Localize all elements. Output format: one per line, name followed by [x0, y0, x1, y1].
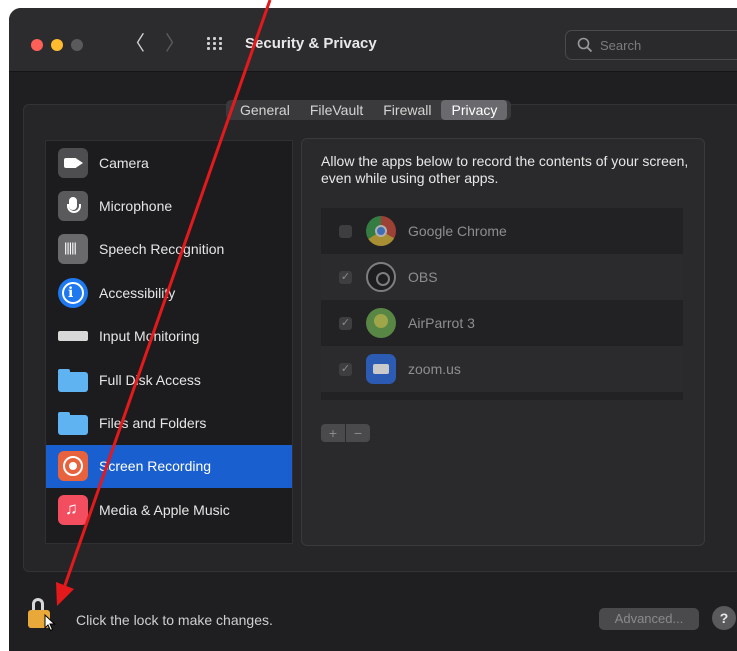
sidebar-item-label: Camera — [99, 154, 149, 171]
sidebar-item-media-apple-music[interactable]: Media & Apple Music — [46, 488, 292, 531]
search-field[interactable]: Search — [565, 30, 737, 60]
lock-message: Click the lock to make changes. — [76, 612, 273, 628]
app-checkbox[interactable]: ✓ — [339, 316, 352, 330]
sidebar-item-files-and-folders[interactable]: Files and Folders — [46, 401, 292, 444]
sidebar-item-camera[interactable]: Camera — [46, 141, 292, 184]
app-row-obs[interactable]: ✓ OBS — [321, 254, 683, 300]
help-button[interactable]: ? — [712, 606, 736, 630]
obs-icon — [366, 262, 396, 292]
music-icon — [58, 494, 88, 525]
app-name: zoom.us — [408, 361, 461, 377]
add-app-button[interactable]: + — [321, 424, 345, 442]
back-button[interactable]: 〈 — [125, 32, 145, 56]
privacy-category-list[interactable]: Camera Microphone Speech Recognition Acc… — [45, 140, 293, 544]
zoom-button[interactable] — [71, 39, 83, 51]
sidebar-item-screen-recording[interactable]: Screen Recording — [46, 444, 292, 489]
app-checkbox[interactable]: ✓ — [339, 270, 352, 284]
title-bar: 〈 〉 Security & Privacy Search — [9, 8, 737, 72]
zoom-icon — [366, 354, 396, 384]
tab-privacy[interactable]: Privacy — [441, 100, 508, 120]
forward-button[interactable]: 〉 — [165, 32, 185, 56]
sidebar-item-microphone[interactable]: Microphone — [46, 184, 292, 227]
search-placeholder: Search — [600, 38, 642, 53]
tab-firewall[interactable]: Firewall — [373, 100, 441, 120]
app-list[interactable]: Google Chrome ✓ OBS ✓ AirParrot 3 ✓ zoom… — [321, 208, 683, 400]
microphone-icon — [58, 191, 88, 222]
tab-general[interactable]: General — [230, 100, 300, 120]
tab-filevault[interactable]: FileVault — [300, 100, 373, 120]
sidebar-item-accessibility[interactable]: Accessibility — [46, 271, 292, 314]
screen-recording-icon — [58, 451, 88, 482]
speech-recognition-icon — [58, 234, 88, 265]
app-row-zoom[interactable]: ✓ zoom.us — [321, 346, 683, 392]
app-name: AirParrot 3 — [408, 315, 475, 331]
airparrot-icon — [366, 308, 396, 338]
sidebar-item-label: Speech Recognition — [99, 241, 225, 258]
keyboard-icon — [58, 321, 88, 351]
app-row-airparrot[interactable]: ✓ AirParrot 3 — [321, 300, 683, 346]
sidebar-item-label: Files and Folders — [99, 415, 207, 432]
sidebar-item-label: Accessibility — [99, 284, 176, 301]
camera-icon — [58, 147, 88, 178]
app-name: Google Chrome — [408, 223, 507, 239]
sidebar-item-label: Media & Apple Music — [99, 501, 230, 518]
remove-app-button[interactable]: − — [346, 424, 370, 442]
show-all-grid-icon[interactable] — [207, 37, 225, 51]
sidebar-item-speech-recognition[interactable]: Speech Recognition — [46, 228, 292, 271]
app-row-chrome[interactable]: Google Chrome — [321, 208, 683, 254]
add-remove-controls: + − — [321, 424, 371, 442]
search-icon — [577, 37, 593, 53]
app-checkbox[interactable] — [339, 224, 352, 238]
minimize-button[interactable] — [51, 39, 63, 51]
folder-icon — [58, 365, 88, 395]
sidebar-item-label: Screen Recording — [99, 458, 212, 475]
sidebar-item-label: Full Disk Access — [99, 371, 201, 388]
app-name: OBS — [408, 269, 438, 285]
mouse-cursor-icon — [44, 614, 56, 632]
app-checkbox[interactable]: ✓ — [339, 362, 352, 376]
sidebar-item-full-disk-access[interactable]: Full Disk Access — [46, 358, 292, 401]
sidebar-item-input-monitoring[interactable]: Input Monitoring — [46, 315, 292, 358]
close-button[interactable] — [31, 39, 43, 51]
folder-icon — [58, 408, 88, 438]
pane-description: Allow the apps below to record the conte… — [321, 153, 689, 186]
sidebar-item-label: Microphone — [99, 198, 173, 215]
sidebar-item-label: Input Monitoring — [99, 328, 200, 345]
chrome-icon — [366, 216, 396, 246]
window-title: Security & Privacy — [245, 35, 377, 52]
advanced-button[interactable]: Advanced... — [599, 608, 699, 630]
accessibility-icon — [58, 277, 88, 308]
tab-bar: General FileVault Firewall Privacy — [226, 100, 512, 120]
